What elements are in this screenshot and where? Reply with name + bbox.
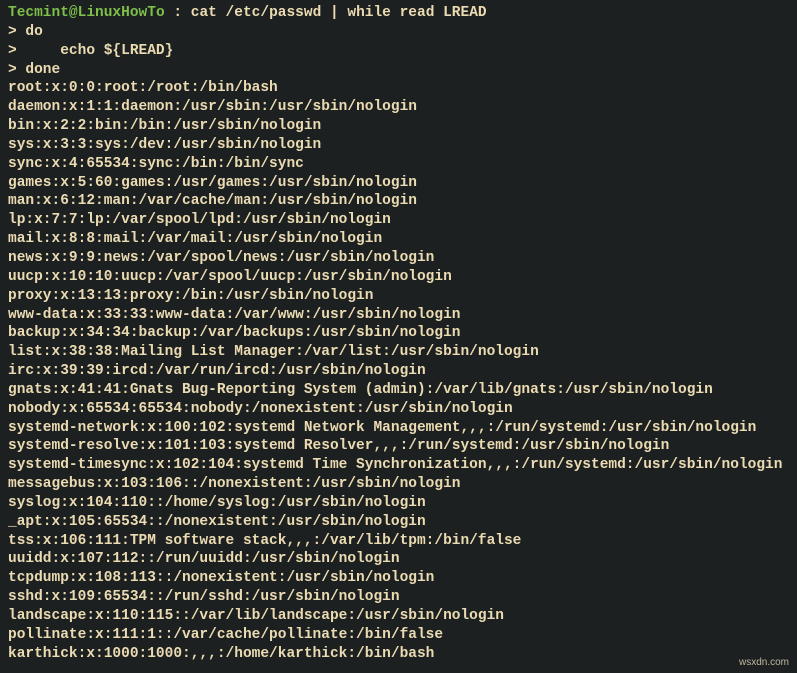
output-line: systemd-network:x:100:102:systemd Networ… [8, 419, 789, 438]
output-line: messagebus:x:103:106::/nonexistent:/usr/… [8, 475, 789, 494]
output-line: proxy:x:13:13:proxy:/bin:/usr/sbin/nolog… [8, 287, 789, 306]
prompt-at: @ [69, 5, 78, 21]
command-continuation-line: > echo ${LREAD} [8, 42, 789, 61]
output-line: systemd-resolve:x:101:103:systemd Resolv… [8, 437, 789, 456]
output-line: man:x:6:12:man:/var/cache/man:/usr/sbin/… [8, 192, 789, 211]
output-line: uuidd:x:107:112::/run/uuidd:/usr/sbin/no… [8, 550, 789, 569]
output-line: news:x:9:9:news:/var/spool/news:/usr/sbi… [8, 249, 789, 268]
output-line: landscape:x:110:115::/var/lib/landscape:… [8, 607, 789, 626]
command-continuation-line: > done [8, 61, 789, 80]
output-line: pollinate:x:111:1::/var/cache/pollinate:… [8, 626, 789, 645]
prompt-separator: : [165, 5, 191, 21]
output-line: tcpdump:x:108:113::/nonexistent:/usr/sbi… [8, 569, 789, 588]
output-line: sync:x:4:65534:sync:/bin:/bin/sync [8, 155, 789, 174]
prompt-user: Tecmint [8, 5, 69, 21]
terminal-output[interactable]: Tecmint@LinuxHowTo : cat /etc/passwd | w… [8, 4, 789, 664]
output-line: sys:x:3:3:sys:/dev:/usr/sbin/nologin [8, 136, 789, 155]
output-line: daemon:x:1:1:daemon:/usr/sbin:/usr/sbin/… [8, 98, 789, 117]
output-line: systemd-timesync:x:102:104:systemd Time … [8, 456, 789, 475]
output-line: syslog:x:104:110::/home/syslog:/usr/sbin… [8, 494, 789, 513]
command-continuation-line: > do [8, 23, 789, 42]
output-line: nobody:x:65534:65534:nobody:/nonexistent… [8, 400, 789, 419]
output-line: list:x:38:38:Mailing List Manager:/var/l… [8, 343, 789, 362]
output-line: www-data:x:33:33:www-data:/var/www:/usr/… [8, 306, 789, 325]
output-line: tss:x:106:111:TPM software stack,,,:/var… [8, 532, 789, 551]
output-line: mail:x:8:8:mail:/var/mail:/usr/sbin/nolo… [8, 230, 789, 249]
output-line: _apt:x:105:65534::/nonexistent:/usr/sbin… [8, 513, 789, 532]
output-line: lp:x:7:7:lp:/var/spool/lpd:/usr/sbin/nol… [8, 211, 789, 230]
output-line: uucp:x:10:10:uucp:/var/spool/uucp:/usr/s… [8, 268, 789, 287]
command-text: cat /etc/passwd | while read LREAD [191, 5, 487, 21]
output-line: backup:x:34:34:backup:/var/backups:/usr/… [8, 324, 789, 343]
prompt-host: LinuxHowTo [78, 5, 165, 21]
output-line: irc:x:39:39:ircd:/var/run/ircd:/usr/sbin… [8, 362, 789, 381]
output-line: gnats:x:41:41:Gnats Bug-Reporting System… [8, 381, 789, 400]
output-line: karthick:x:1000:1000:,,,:/home/karthick:… [8, 645, 789, 664]
watermark-text: wsxdn.com [739, 656, 789, 669]
output-line: sshd:x:109:65534::/run/sshd:/usr/sbin/no… [8, 588, 789, 607]
output-line: root:x:0:0:root:/root:/bin/bash [8, 79, 789, 98]
output-line: games:x:5:60:games:/usr/games:/usr/sbin/… [8, 174, 789, 193]
output-line: bin:x:2:2:bin:/bin:/usr/sbin/nologin [8, 117, 789, 136]
command-line: Tecmint@LinuxHowTo : cat /etc/passwd | w… [8, 4, 789, 23]
